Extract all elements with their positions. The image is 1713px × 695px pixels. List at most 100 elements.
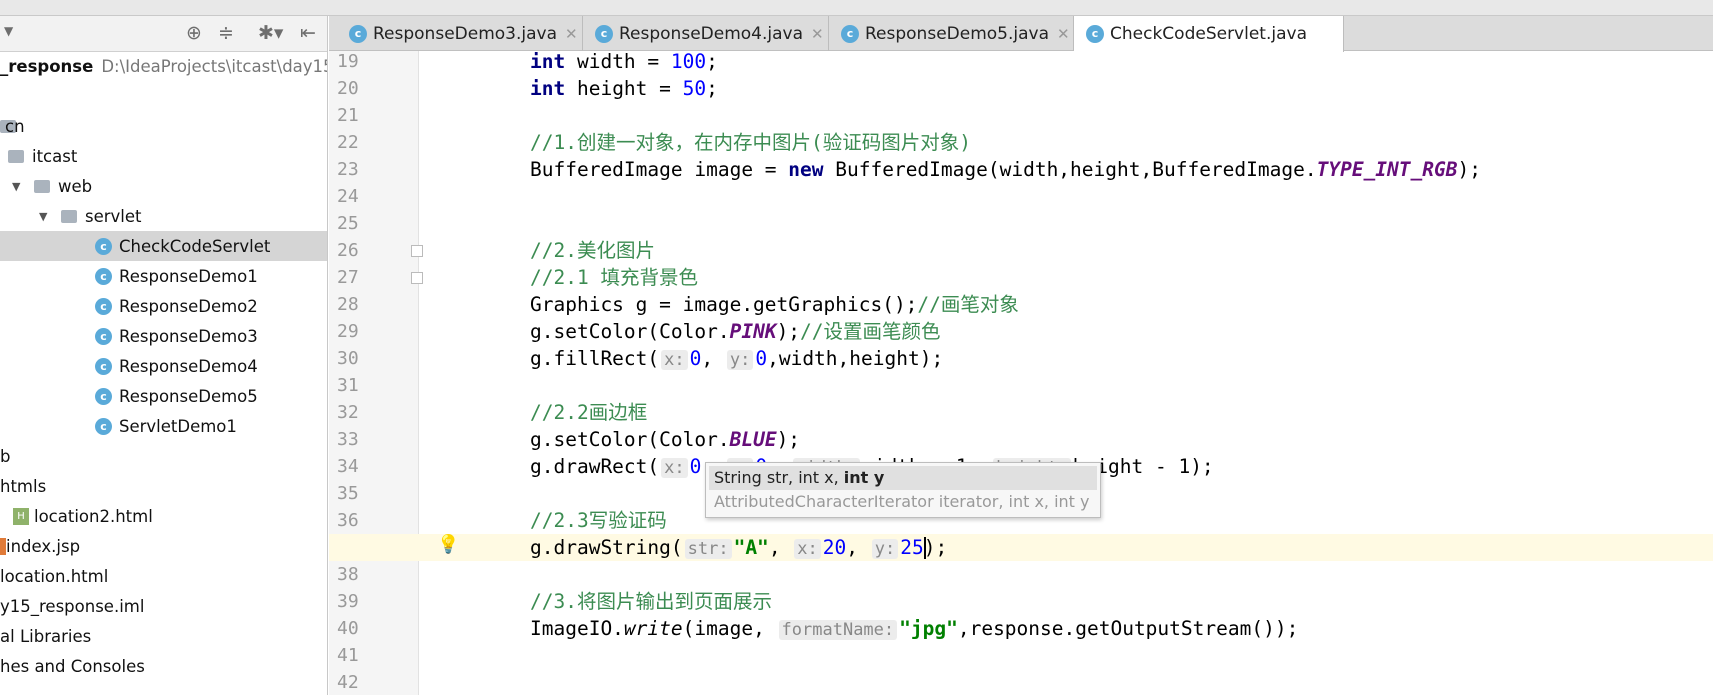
- code-line[interactable]: //3.将图片输出到页面展示: [329, 588, 1713, 615]
- tree-item[interactable]: y15_response.iml: [0, 591, 327, 621]
- code-line[interactable]: ImageIO.write(image, formatName: "jpg",re…: [329, 615, 1713, 642]
- tree-item[interactable]: c ServletDemo1: [0, 411, 327, 441]
- class-icon: c: [95, 357, 112, 375]
- tree-item[interactable]: c ResponseDemo5: [0, 381, 327, 411]
- code-token: 25: [900, 536, 924, 559]
- code-line[interactable]: //1.创建一对象，在内存中图片(验证码图片对象): [329, 129, 1713, 156]
- code-line[interactable]: [329, 372, 1713, 399]
- project-root-row[interactable]: _response D:\IdeaProjects\itcast\day15_: [0, 51, 327, 81]
- tree-item-label: CheckCodeServlet: [119, 236, 271, 256]
- parameter-hint: y:: [726, 350, 754, 370]
- code-line[interactable]: //2.美化图片: [329, 237, 1713, 264]
- code-editor[interactable]: 1920212223242526272829303132333435363738…: [329, 51, 1713, 695]
- tree-item[interactable]: index.jsp: [0, 531, 327, 561]
- parameter-hint: x:: [794, 539, 821, 559]
- code-line[interactable]: g.setColor(Color.PINK);//设置画笔颜色: [329, 318, 1713, 345]
- code-line[interactable]: [329, 102, 1713, 129]
- tab-checkcodeservlet[interactable]: c CheckCodeServlet.java: [1074, 16, 1344, 52]
- expand-arrow-icon[interactable]: ▼: [39, 210, 47, 223]
- code-line[interactable]: //2.1 填充背景色: [329, 264, 1713, 291]
- code-token: new: [788, 158, 836, 181]
- code-token: ,width,height);: [767, 347, 944, 370]
- code-line[interactable]: [329, 669, 1713, 695]
- tree-item-label: itcast: [32, 146, 78, 166]
- parameter-info-popup: String str, int x, int y AttributedChara…: [705, 462, 1101, 518]
- code-line[interactable]: [329, 642, 1713, 669]
- text-caret: [923, 537, 926, 559]
- folder-icon: [61, 209, 77, 223]
- project-toolbar: ▼ ⊕ ≑ ✱▾ ⇤: [0, 16, 327, 52]
- class-icon: c: [95, 327, 112, 345]
- close-icon[interactable]: ✕: [565, 25, 578, 43]
- tree-item-label: index.jsp: [6, 536, 81, 556]
- expand-arrow-icon[interactable]: ▼: [12, 180, 20, 193]
- close-icon[interactable]: ✕: [1057, 25, 1070, 43]
- tree-item[interactable]: c ResponseDemo4: [0, 351, 327, 381]
- code-line[interactable]: int height = 50;: [329, 75, 1713, 102]
- view-dropdown-icon[interactable]: ▼: [4, 24, 13, 38]
- tree-item[interactable]: b: [0, 441, 327, 471]
- code-line[interactable]: [329, 561, 1713, 588]
- code-text: ImageIO.write(image, formatName: "jpg",re…: [530, 615, 1298, 644]
- code-token: 20: [822, 536, 847, 559]
- tree-item[interactable]: htmls: [0, 471, 327, 501]
- tree-item[interactable]: c ResponseDemo1: [0, 261, 327, 291]
- tab-responsedemo4[interactable]: c ResponseDemo4.java ✕: [583, 16, 829, 51]
- code-token: );: [1457, 158, 1481, 181]
- tree-item[interactable]: cn: [0, 111, 327, 141]
- tree-item[interactable]: c ResponseDemo3: [0, 321, 327, 351]
- close-icon[interactable]: ✕: [811, 25, 824, 43]
- tree-item[interactable]: hes and Consoles: [0, 651, 327, 681]
- tree-item[interactable]: ▼ web: [0, 171, 327, 201]
- code-token: //设置画笔颜色: [800, 320, 941, 343]
- code-token: ;: [706, 51, 718, 73]
- code-line[interactable]: g.drawString(str: "A", x: 20, y: 25);: [329, 534, 1713, 561]
- code-token: ,response.getOutputStream());: [957, 617, 1299, 640]
- tree-item[interactable]: itcast: [0, 141, 327, 171]
- code-token: //1.创建一对象，在内存中图片(验证码图片对象): [530, 131, 971, 154]
- tree-item[interactable]: c ResponseDemo2: [0, 291, 327, 321]
- parameter-signature-alt: AttributedCharacterIterator iterator, in…: [714, 492, 1090, 511]
- code-token: BufferedImage image =: [530, 158, 789, 181]
- tree-item[interactable]: ▼ servlet: [0, 201, 327, 231]
- code-line[interactable]: [329, 183, 1713, 210]
- tree-item[interactable]: c CheckCodeServlet: [0, 231, 327, 261]
- project-tool-window: ▼ ⊕ ≑ ✱▾ ⇤ _response D:\IdeaProjects\itc…: [0, 16, 328, 695]
- code-line[interactable]: Graphics g = image.getGraphics();//画笔对象: [329, 291, 1713, 318]
- parameter-hint: formatName:: [778, 620, 898, 640]
- tree-item[interactable]: al Libraries: [0, 621, 327, 651]
- code-token: int: [530, 51, 577, 73]
- class-icon: c: [95, 417, 112, 435]
- code-token: 0: [689, 347, 702, 370]
- code-text: int height = 50;: [530, 75, 718, 102]
- tree-item-label: ServletDemo1: [119, 416, 237, 436]
- tree-item-label: al Libraries: [0, 626, 92, 646]
- tab-responsedemo3[interactable]: c ResponseDemo3.java ✕: [337, 16, 583, 51]
- code-line[interactable]: BufferedImage image = new BufferedImage(…: [329, 156, 1713, 183]
- code-line[interactable]: g.setColor(Color.BLUE);: [329, 426, 1713, 453]
- tab-responsedemo5[interactable]: c ResponseDemo5.java ✕: [829, 16, 1074, 51]
- lightbulb-icon[interactable]: 💡: [437, 534, 459, 555]
- class-icon: c: [595, 24, 613, 43]
- hide-icon[interactable]: ⇤: [300, 22, 316, 44]
- tree-item-label: htmls: [0, 476, 47, 496]
- code-text: g.setColor(Color.PINK);//设置画笔颜色: [530, 318, 941, 345]
- class-icon: c: [95, 387, 112, 405]
- code-line[interactable]: //2.2画边框: [329, 399, 1713, 426]
- code-line[interactable]: [329, 210, 1713, 237]
- code-line[interactable]: int width = 100;: [329, 51, 1713, 75]
- class-icon: c: [95, 237, 112, 255]
- tree-item[interactable]: Hlocation2.html: [0, 501, 327, 531]
- tree-item[interactable]: location.html: [0, 561, 327, 591]
- code-text: Graphics g = image.getGraphics();//画笔对象: [530, 291, 1019, 318]
- gear-icon[interactable]: ✱▾: [258, 22, 283, 44]
- parameter-hint: x:: [661, 350, 688, 370]
- code-line[interactable]: g.fillRect(x: 0, y: 0,width,height);: [329, 345, 1713, 372]
- tree-item-label: ResponseDemo3: [119, 326, 258, 346]
- code-token: TYPE_INT_RGB: [1316, 158, 1458, 181]
- locate-icon[interactable]: ⊕: [186, 22, 202, 44]
- code-token: 0: [689, 455, 702, 478]
- code-token: g.drawString(: [530, 536, 683, 559]
- tree-item[interactable]: [0, 81, 327, 111]
- collapse-icon[interactable]: ≑: [218, 22, 234, 44]
